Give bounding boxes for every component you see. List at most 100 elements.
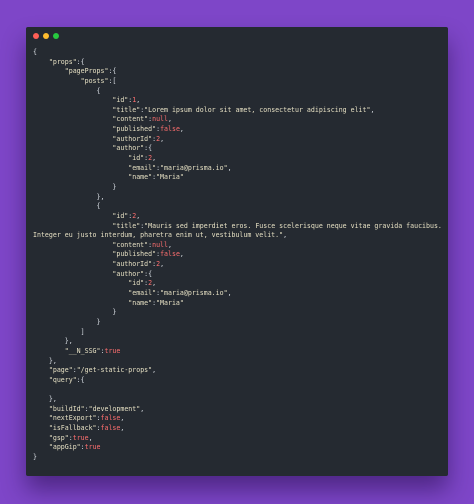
code-token: "author": [33, 144, 145, 153]
code-token: }: [33, 452, 37, 461]
code-token: "buildId": [33, 404, 85, 413]
code-token: "author": [33, 269, 145, 278]
code-token: ,: [120, 423, 125, 432]
code-line: "authorId":2,: [33, 260, 442, 270]
code-token: },: [33, 337, 73, 346]
minimize-dot-icon[interactable]: [43, 33, 49, 39]
code-token: ,: [152, 366, 157, 375]
code-line: "email":"maria@prisma.io",: [33, 289, 442, 299]
code-line: "author":{: [33, 270, 442, 280]
code-line: "content":null,: [33, 115, 442, 125]
code-token: false: [100, 414, 121, 423]
code-line: }: [33, 318, 442, 328]
code-token: :[: [108, 76, 117, 85]
code-token: "isFallback": [33, 423, 97, 432]
code-token: "posts": [33, 76, 109, 85]
code-line: "published":false,: [33, 250, 442, 260]
code-line: }: [33, 183, 442, 193]
code-token: ,: [136, 211, 141, 220]
code-token: Integer eu justo interdum, pharetra enim…: [33, 231, 284, 240]
code-line: },: [33, 395, 442, 405]
code-token: "Mauris sed imperdiet eros. Fusce sceler…: [144, 221, 442, 230]
code-line: "posts":[: [33, 77, 442, 87]
code-token: "id": [33, 279, 145, 288]
code-token: ,: [168, 240, 172, 249]
code-token: },: [33, 192, 105, 201]
code-token: "email": [33, 163, 157, 172]
code-token: :{: [144, 144, 153, 153]
code-line: {: [33, 87, 442, 97]
code-token: {: [33, 86, 101, 95]
code-line: "published":false,: [33, 125, 442, 135]
code-token: "content": [33, 115, 149, 124]
code-token: ,: [160, 260, 165, 269]
code-token: "pageProps": [33, 67, 109, 76]
json-code-block: { "props":{ "pageProps":{ "posts":[ { "i…: [33, 48, 442, 463]
code-token: "props": [33, 57, 77, 66]
code-token: "maria@prisma.io": [160, 163, 228, 172]
code-line: "name":"Maria": [33, 173, 442, 183]
code-token: "maria@prisma.io": [160, 289, 228, 298]
code-token: "authorId": [33, 134, 153, 143]
code-line: "title":"Mauris sed imperdiet eros. Fusc…: [33, 222, 442, 232]
code-line: {: [33, 202, 442, 212]
code-token: {: [33, 202, 101, 211]
code-line: },: [33, 357, 442, 367]
code-line: "id":2,: [33, 154, 442, 164]
code-token: ,: [168, 115, 172, 124]
code-token: "id": [33, 154, 145, 163]
maximize-dot-icon[interactable]: [53, 33, 59, 39]
code-token: null: [152, 240, 168, 249]
code-line: "name":"Maria": [33, 299, 442, 309]
code-line: }: [33, 308, 442, 318]
code-line: }: [33, 453, 442, 463]
code-token: ,: [88, 433, 93, 442]
code-token: "gsp": [33, 433, 69, 442]
code-token: ]: [33, 327, 85, 336]
code-line: "id":1,: [33, 96, 442, 106]
code-token: ,: [227, 163, 232, 172]
code-token: "Lorem ipsum dolor sit amet, consectetur…: [144, 105, 371, 114]
code-token: "authorId": [33, 260, 153, 269]
code-token: false: [160, 125, 180, 134]
code-line: },: [33, 193, 442, 203]
code-line: "authorId":2,: [33, 135, 442, 145]
code-token: :{: [108, 67, 117, 76]
code-token: ,: [283, 231, 288, 240]
code-line: "query":{: [33, 376, 442, 386]
code-token: "query": [33, 375, 77, 384]
code-line: "__N_SSG":true: [33, 347, 442, 357]
code-token: "appGip": [33, 443, 81, 452]
code-token: "page": [33, 366, 73, 375]
code-token: {: [33, 48, 37, 56]
code-line: "appGip":true: [33, 443, 442, 453]
code-token: }: [33, 182, 117, 191]
code-token: ,: [160, 134, 165, 143]
code-token: :{: [76, 375, 85, 384]
code-token: ,: [152, 279, 157, 288]
code-token: "Maria": [156, 173, 184, 182]
code-window: { "props":{ "pageProps":{ "posts":[ { "i…: [26, 27, 448, 476]
code-line: "id":2,: [33, 212, 442, 222]
code-line: "nextExport":false,: [33, 414, 442, 424]
code-line: "content":null,: [33, 241, 442, 251]
code-token: }: [33, 308, 117, 317]
close-dot-icon[interactable]: [33, 33, 39, 39]
code-token: },: [33, 356, 57, 365]
code-token: "title": [33, 221, 141, 230]
code-token: ,: [179, 125, 184, 134]
code-token: null: [152, 115, 168, 124]
code-token: ,: [120, 414, 125, 423]
code-token: "name": [33, 173, 153, 182]
code-line: "page":"/get-static-props",: [33, 366, 442, 376]
code-token: true: [84, 443, 101, 452]
code-line: "author":{: [33, 144, 442, 154]
code-token: ,: [227, 289, 232, 298]
code-token: ,: [370, 105, 375, 114]
code-token: :{: [144, 269, 153, 278]
code-token: true: [104, 346, 121, 355]
code-token: "content": [33, 240, 149, 249]
code-line: "buildId":"development",: [33, 405, 442, 415]
code-token: "id": [33, 211, 129, 220]
